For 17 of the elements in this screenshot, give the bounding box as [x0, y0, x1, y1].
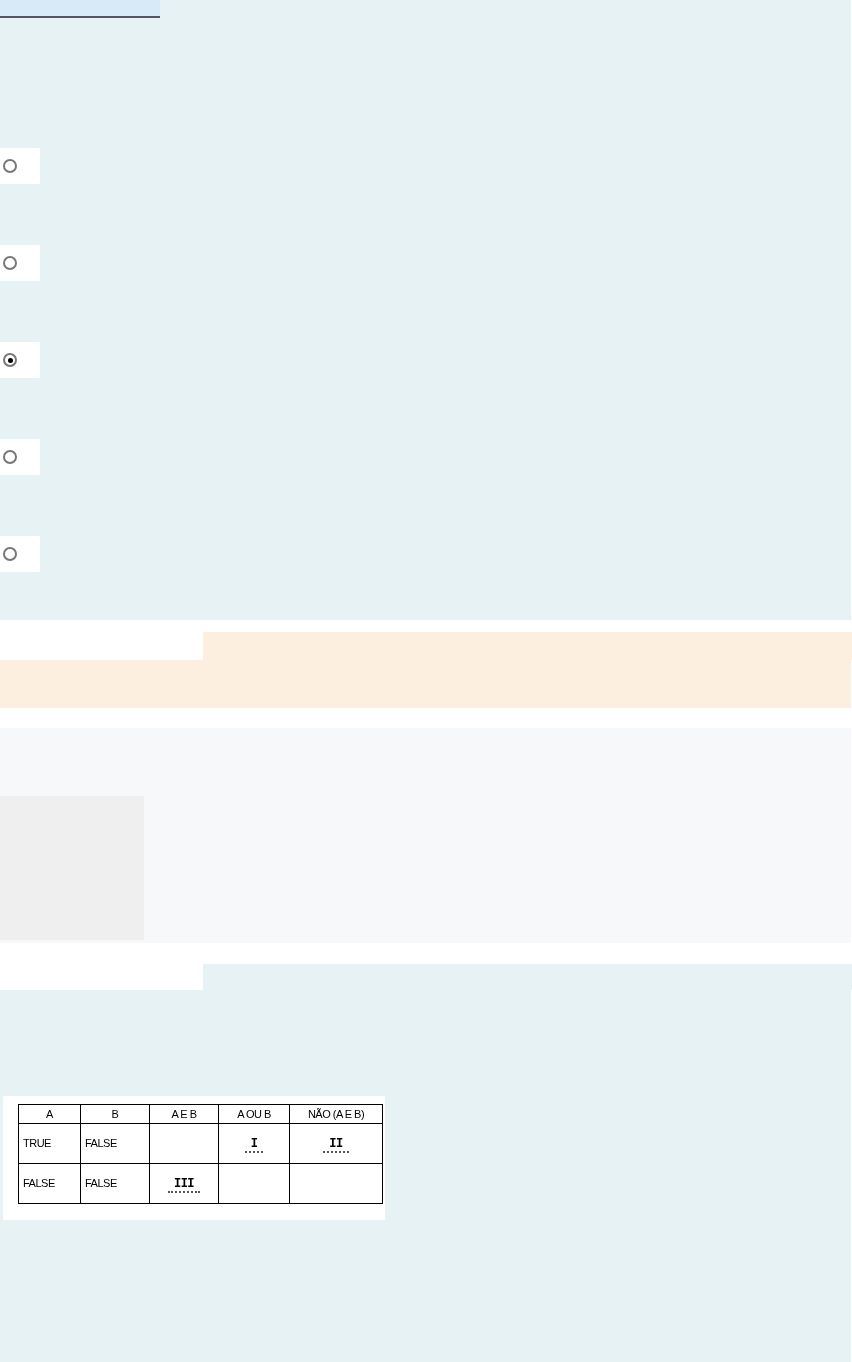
column-header: NÃO (A E B) — [289, 1104, 383, 1124]
radio-button[interactable] — [3, 450, 17, 464]
column-header: B — [80, 1104, 150, 1124]
radio-button[interactable] — [3, 256, 17, 270]
table-cell-text: FALSE — [23, 1176, 56, 1192]
radio-button[interactable] — [3, 547, 17, 561]
column-header: A E B — [149, 1104, 219, 1124]
radio-button[interactable] — [3, 159, 17, 173]
table-cell-text: TRUE — [23, 1136, 52, 1152]
blank-label: I — [244, 1136, 264, 1153]
radio-button[interactable] — [3, 353, 17, 367]
column-header: A — [18, 1104, 81, 1124]
table-cell-text: FALSE — [85, 1176, 118, 1192]
blank-label: III — [167, 1176, 201, 1193]
column-header: A OU B — [218, 1104, 290, 1124]
table-cell-text: FALSE — [85, 1136, 118, 1152]
blank-label: II — [323, 1136, 349, 1153]
